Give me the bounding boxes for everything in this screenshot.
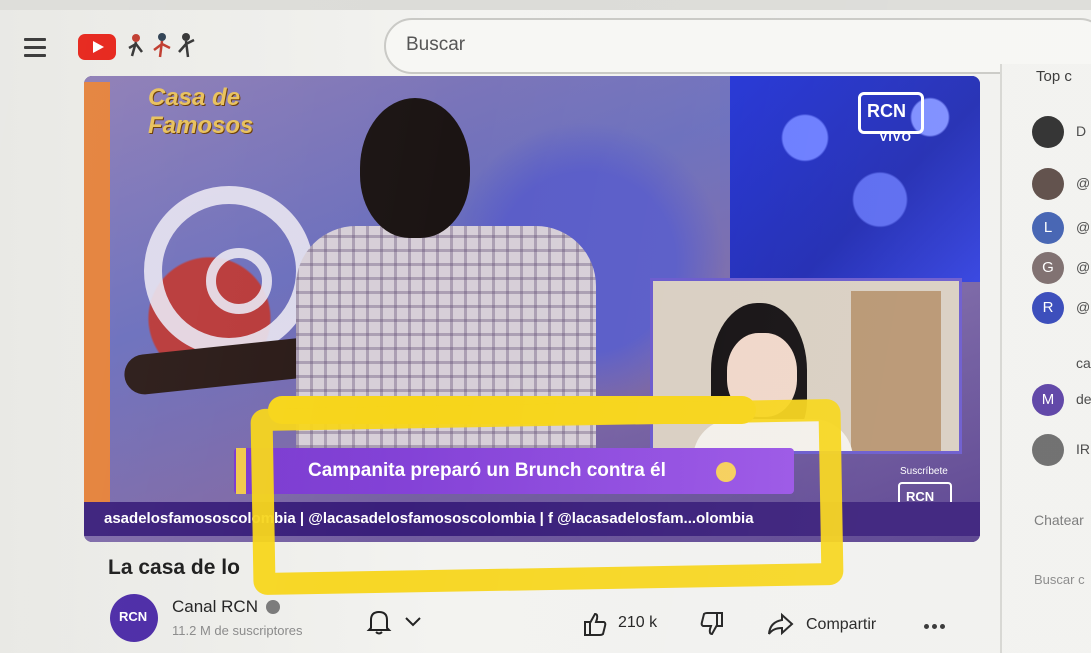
search-input[interactable]: Buscar bbox=[406, 34, 465, 56]
chat-message: @ bbox=[1076, 219, 1091, 235]
yellow-highlight-box bbox=[250, 398, 844, 596]
menu-icon[interactable] bbox=[24, 38, 46, 58]
chat-avatar[interactable] bbox=[1032, 168, 1064, 200]
like-count: 210 k bbox=[618, 614, 658, 631]
youtube-logo[interactable] bbox=[78, 34, 116, 60]
chat-avatar[interactable]: L bbox=[1032, 212, 1064, 244]
notification-bell-button[interactable] bbox=[366, 608, 392, 636]
studio-panel bbox=[84, 82, 110, 502]
share-button[interactable]: Compartir bbox=[766, 610, 896, 638]
chat-message: IRF bbox=[1076, 441, 1091, 457]
thumbs-up-icon bbox=[584, 612, 607, 636]
chat-avatar[interactable] bbox=[1032, 116, 1064, 148]
chat-message: @ bbox=[1076, 259, 1091, 275]
lower-third-accent bbox=[236, 448, 246, 494]
chat-avatar[interactable]: M bbox=[1032, 384, 1064, 416]
live-chat-panel: Top c D @ L @ G @ R @ ca Mde IRF Chatear Buscar c bbox=[1000, 64, 1091, 653]
show-logo-text: Casa de Famosos bbox=[148, 84, 254, 139]
chat-message: @ bbox=[1076, 175, 1091, 191]
subscribe-text: Suscríbete bbox=[900, 466, 948, 477]
channel-name[interactable]: Canal RCN bbox=[172, 597, 258, 617]
share-icon bbox=[768, 612, 794, 636]
chat-message: de bbox=[1076, 391, 1091, 407]
show-logo: Casa de Famosos bbox=[148, 84, 268, 140]
chat-search-input[interactable]: Buscar c bbox=[1034, 572, 1085, 587]
search-bar[interactable]: Buscar bbox=[384, 18, 1091, 74]
subscriber-count: 11.2 M de suscriptores bbox=[172, 623, 303, 638]
dislike-button[interactable] bbox=[696, 610, 726, 638]
chevron-down-icon[interactable] bbox=[404, 614, 422, 628]
doodle-logo[interactable] bbox=[124, 30, 204, 64]
chat-header[interactable]: Top c bbox=[1036, 68, 1072, 85]
contestant-head bbox=[360, 98, 470, 238]
inset-door bbox=[851, 291, 941, 451]
studio-lights: VIVO bbox=[730, 76, 980, 282]
studio-eye-logo bbox=[144, 186, 314, 356]
more-options-icon[interactable] bbox=[924, 616, 950, 630]
chat-message: D bbox=[1076, 123, 1087, 139]
chat-avatar[interactable]: G bbox=[1032, 252, 1064, 284]
live-badge: VIVO bbox=[879, 130, 912, 144]
chat-avatar[interactable] bbox=[1032, 348, 1064, 380]
chat-avatar[interactable]: R bbox=[1032, 292, 1064, 324]
chat-message: @ bbox=[1076, 299, 1091, 315]
channel-avatar[interactable] bbox=[110, 594, 158, 642]
verified-icon bbox=[266, 600, 280, 614]
share-label: Compartir bbox=[806, 616, 877, 633]
chat-message: ca bbox=[1076, 355, 1091, 371]
browser-top-strip bbox=[0, 0, 1091, 10]
screen: Buscar Casa de Famosos VIVO Campanita pr… bbox=[0, 0, 1091, 653]
like-button[interactable]: 210 k bbox=[582, 610, 672, 638]
video-title[interactable]: La casa de lo bbox=[108, 556, 240, 580]
chat-avatar[interactable] bbox=[1032, 434, 1064, 466]
rcn-logo bbox=[858, 92, 924, 134]
chat-input[interactable]: Chatear bbox=[1034, 512, 1084, 528]
